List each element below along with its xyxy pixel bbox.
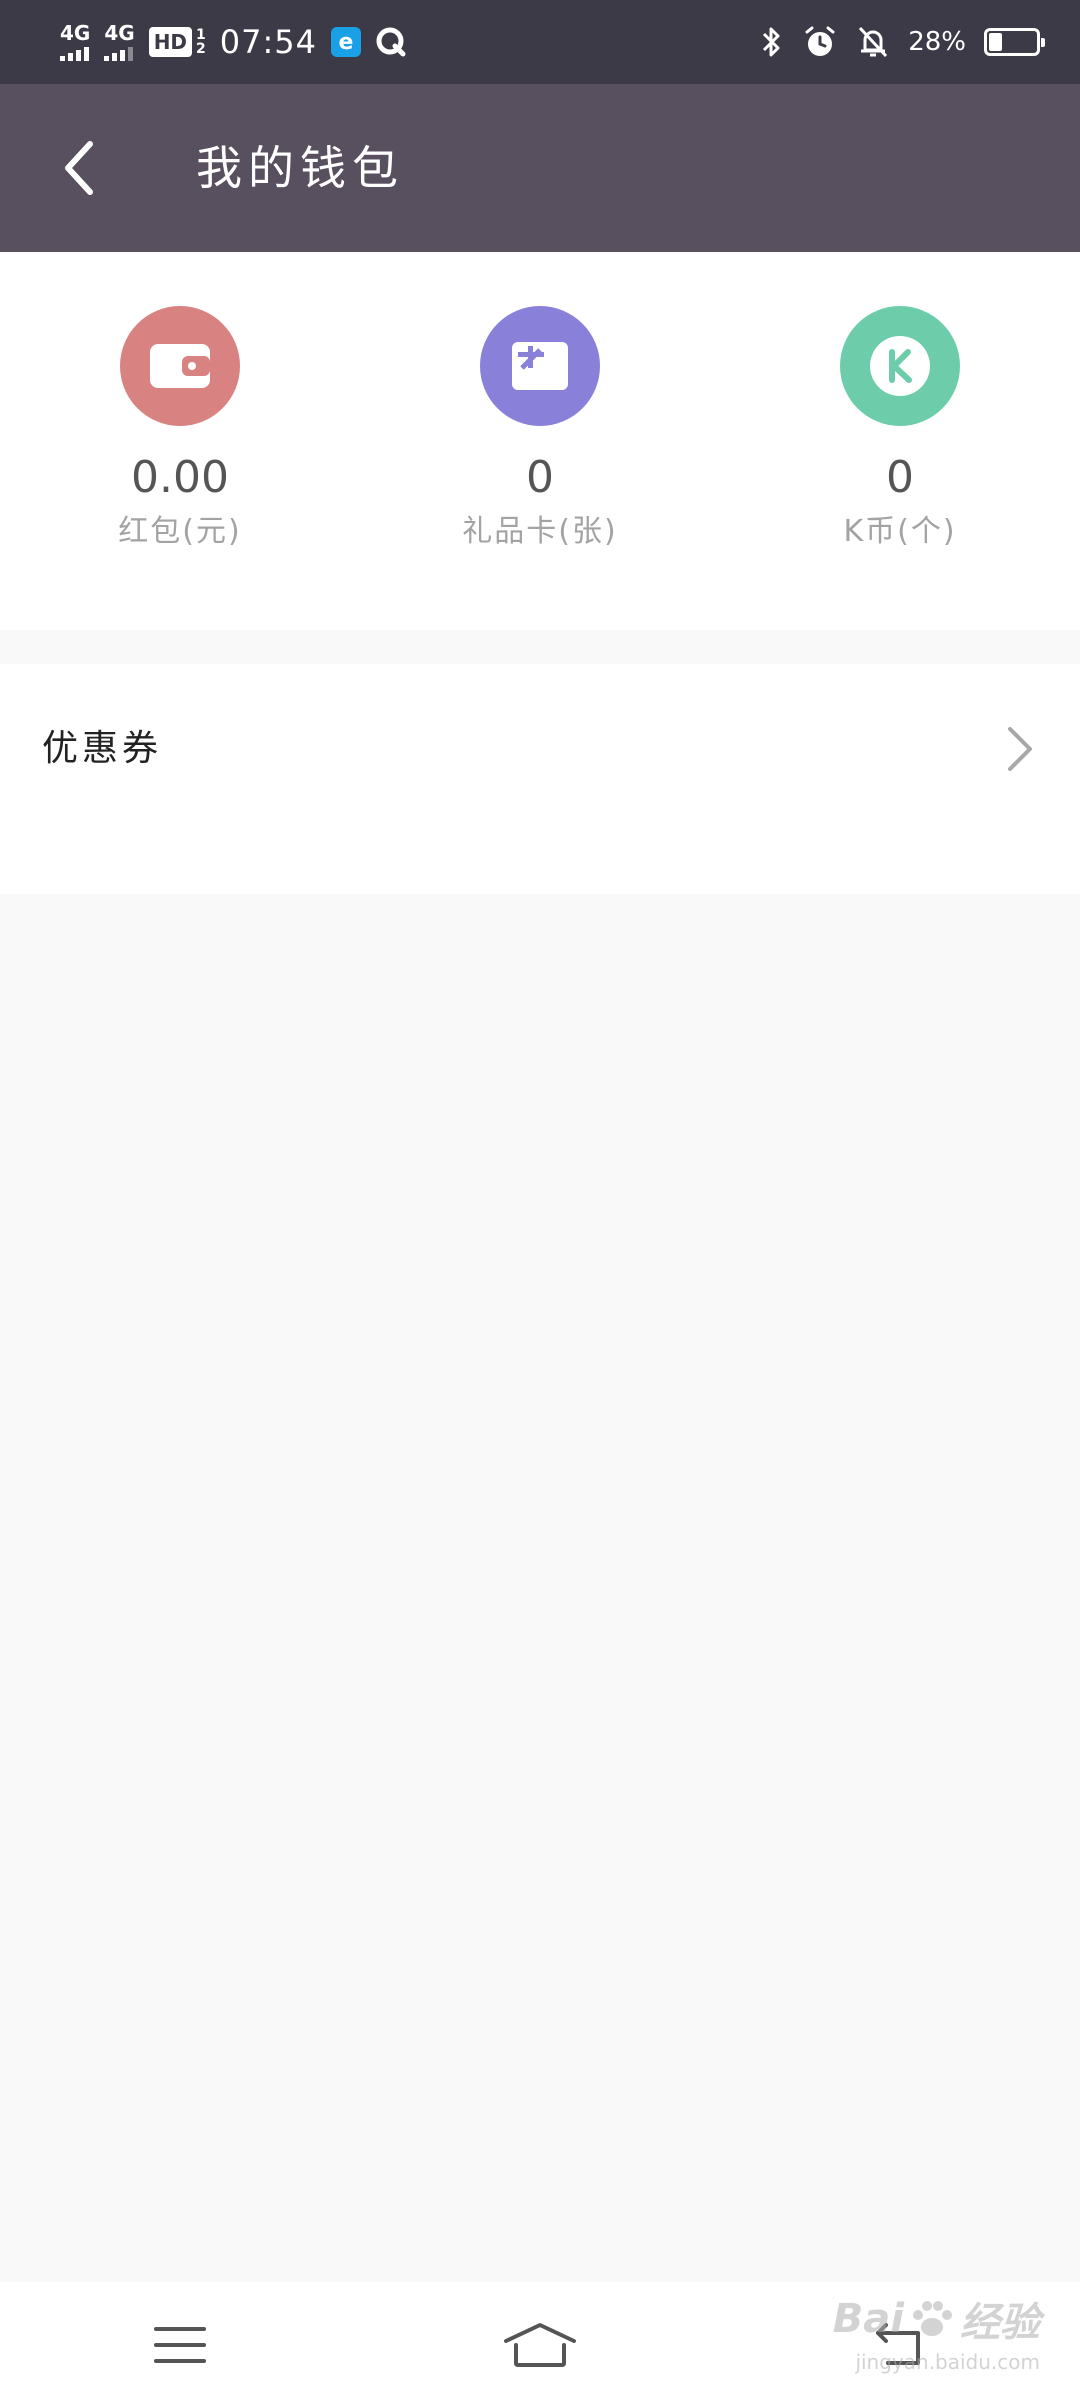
gift-card-stat[interactable]: 0 礼品卡(张) (360, 252, 720, 630)
home-button[interactable] (480, 2295, 600, 2395)
signal-4g-2: 4G (104, 23, 135, 61)
gift-card-value: 0 (526, 452, 554, 503)
back-button[interactable] (40, 128, 120, 208)
chevron-right-icon (994, 724, 1044, 774)
k-coin-label: K币(个) (843, 514, 957, 549)
search-app-icon (376, 27, 406, 57)
menu-icon (154, 2327, 206, 2363)
battery-percent: 28% (908, 27, 966, 57)
back-arrow-icon (65, 141, 93, 195)
battery-icon (984, 28, 1045, 56)
coupon-row[interactable]: 优惠券 (0, 664, 1080, 894)
page-title: 我的钱包 (196, 141, 404, 195)
browser-app-icon: e (331, 27, 361, 57)
menu-button[interactable] (120, 2295, 240, 2395)
home-icon (504, 2323, 576, 2367)
signal-4g-1: 4G (60, 23, 90, 61)
red-packet-label: 红包(元) (118, 514, 242, 549)
watermark-logo: Bai 经验 (832, 2296, 1040, 2346)
status-bar: 4G 4G HD 1 2 07:54 e 28% (0, 0, 1080, 84)
gift-card-icon (480, 306, 600, 426)
mute-bell-icon (859, 26, 888, 58)
k-coin-stat[interactable]: 0 K币(个) (720, 252, 1080, 630)
baidu-watermark: Bai 经验 jingyan.baidu.com (833, 2290, 1040, 2374)
battery-fill (989, 33, 1002, 51)
red-packet-stat[interactable]: 0.00 红包(元) (0, 252, 360, 630)
hd-voice-icon: HD (148, 27, 193, 57)
clock: 07:54 (219, 23, 317, 61)
paw-icon (913, 2301, 952, 2336)
title-bar: 我的钱包 (0, 84, 1080, 252)
alarm-icon (805, 26, 835, 56)
watermark-url: jingyan.baidu.com (855, 2350, 1040, 2374)
k-coin-value: 0 (886, 452, 914, 503)
signal-bars-icon (104, 45, 134, 61)
red-packet-value: 0.00 (131, 452, 229, 503)
hd-sim-indicator: 1 2 (196, 27, 206, 57)
signal-bars-icon (60, 45, 89, 61)
coupon-label: 优惠券 (42, 728, 163, 769)
bluetooth-icon (763, 27, 780, 57)
wallet-summary: 0.00 红包(元) 0 礼品卡(张) 0 K币(个) (0, 252, 1080, 630)
wallet-icon (120, 306, 240, 426)
k-coin-icon (840, 306, 960, 426)
gift-card-label: 礼品卡(张) (462, 514, 618, 549)
